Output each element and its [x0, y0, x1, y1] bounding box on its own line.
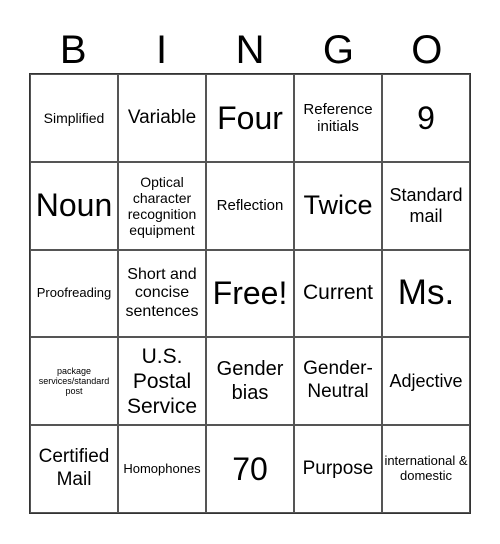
bingo-cell[interactable]: Purpose [294, 425, 382, 513]
bingo-cell[interactable]: Noun [30, 161, 118, 250]
bingo-cell[interactable]: U.S. Postal Service [118, 337, 206, 426]
bingo-cell[interactable]: 9 [382, 74, 470, 162]
bingo-cell[interactable]: Optical character recognition equipment [118, 161, 206, 250]
bingo-cell[interactable]: Gender bias [206, 337, 294, 426]
bingo-cell[interactable]: Simplified [30, 74, 118, 162]
header-letter-o: O [411, 28, 443, 72]
bingo-cell[interactable]: Reference initials [294, 74, 382, 162]
free-space[interactable]: Free! [206, 249, 294, 338]
bingo-cell[interactable]: international & domestic [382, 425, 470, 513]
bingo-cell[interactable]: Homophones [118, 425, 206, 513]
header-letter-i: I [156, 28, 168, 72]
bingo-cell[interactable]: Twice [294, 161, 382, 250]
bingo-cell[interactable]: Adjective [382, 337, 470, 426]
bingo-cell[interactable]: 70 [206, 425, 294, 513]
header-letter-b: B [59, 28, 87, 72]
bingo-cell[interactable]: Short and concise sentences [118, 249, 206, 338]
bingo-board: Simplified Variable Four Reference initi… [29, 73, 471, 514]
bingo-cell[interactable]: Certified Mail [30, 425, 118, 513]
bingo-cell[interactable]: Four [206, 74, 294, 162]
bingo-cell[interactable]: Proofreading [30, 249, 118, 338]
header-letter-g: G [322, 28, 354, 72]
header-letter-n: N [235, 28, 265, 72]
bingo-cell[interactable]: Reflection [206, 161, 294, 250]
bingo-cell[interactable]: package services/standard post [30, 337, 118, 426]
bingo-cell[interactable]: Variable [118, 74, 206, 162]
bingo-header: B I N G O [29, 28, 471, 72]
bingo-cell[interactable]: Standard mail [382, 161, 470, 250]
bingo-cell[interactable]: Ms. [382, 249, 470, 338]
bingo-cell[interactable]: Current [294, 249, 382, 338]
bingo-cell[interactable]: Gender-Neutral [294, 337, 382, 426]
